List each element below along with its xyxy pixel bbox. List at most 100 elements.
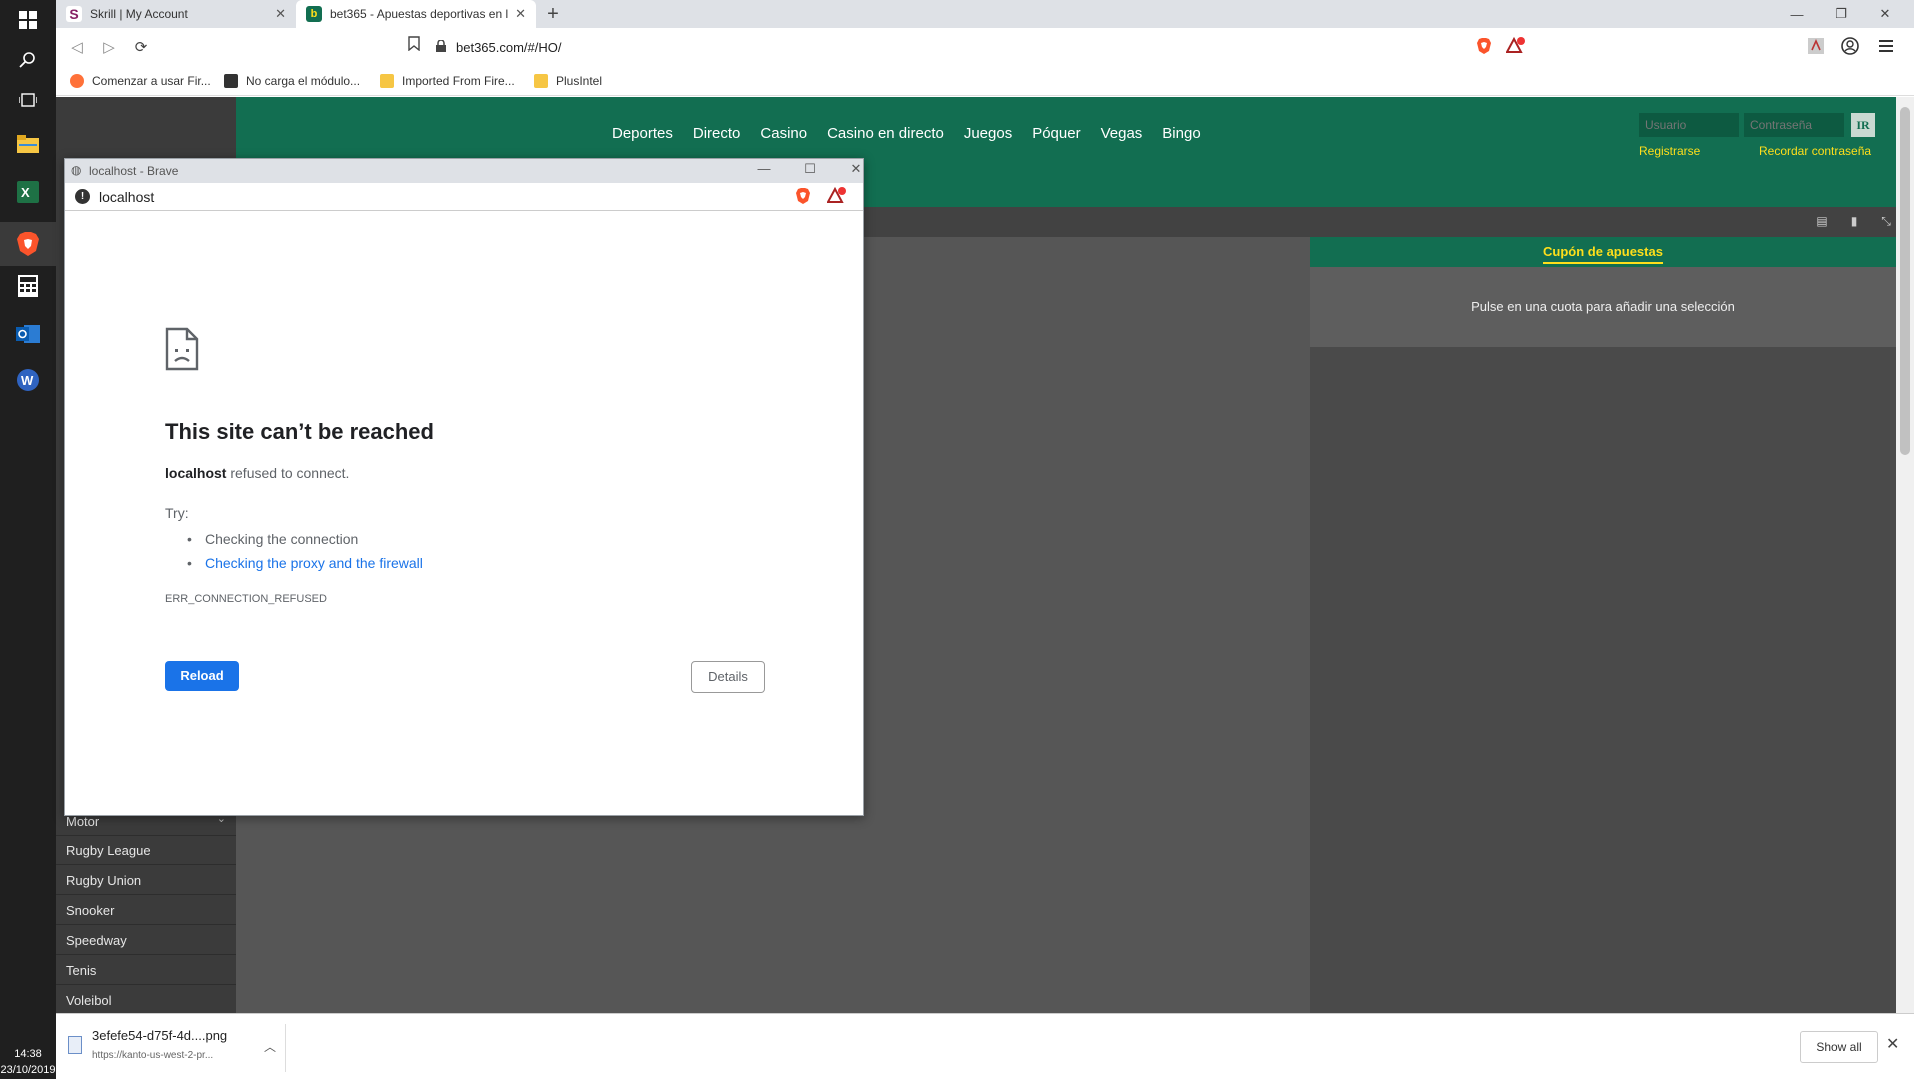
info-warning-icon[interactable]: !: [75, 189, 90, 204]
bookmark-imported[interactable]: Imported From Fire...: [380, 72, 515, 90]
calculator-icon[interactable]: [12, 270, 44, 302]
svg-text:X: X: [21, 185, 30, 200]
image-file-icon: [68, 1036, 82, 1054]
forward-button[interactable]: ▷: [98, 36, 120, 58]
word-circle-icon[interactable]: W: [12, 364, 44, 396]
maximize-button[interactable]: ☐: [795, 161, 825, 181]
close-icon[interactable]: ✕: [1886, 1034, 1899, 1054]
popup-address-bar[interactable]: ! localhost: [65, 183, 863, 211]
nav-directo[interactable]: Directo: [693, 125, 741, 142]
close-icon[interactable]: ✕: [515, 6, 526, 22]
new-tab-button[interactable]: +: [542, 3, 564, 25]
stats-icon[interactable]: ▮: [1846, 214, 1862, 230]
brave-browser-icon[interactable]: [0, 222, 56, 266]
scrollbar-thumb[interactable]: [1900, 107, 1910, 455]
login-go-button[interactable]: IR: [1851, 113, 1875, 137]
reload-icon[interactable]: ⟳: [130, 36, 152, 58]
show-all-button[interactable]: Show all: [1800, 1031, 1878, 1063]
bet365-favicon-icon: b: [306, 6, 322, 22]
address-bar[interactable]: bet365.com/#/HO/: [436, 32, 1516, 62]
brave-shields-icon[interactable]: [795, 187, 811, 208]
reload-button[interactable]: Reload: [165, 661, 239, 691]
browser-toolbar: ◁ ▷ ⟳ bet365.com/#/HO/: [56, 28, 1914, 66]
betslip-empty-message: Pulse en una cuota para añadir una selec…: [1310, 267, 1896, 347]
search-icon[interactable]: [12, 44, 44, 76]
brave-shields-icon[interactable]: [1474, 36, 1494, 56]
sidebar-item-speedway[interactable]: Speedway: [56, 926, 236, 955]
error-host: localhost: [165, 465, 227, 481]
download-shelf: 3efefe54-d75f-4d....png https://kanto-us…: [56, 1013, 1914, 1079]
bookmark-label: Imported From Fire...: [402, 74, 515, 88]
sidebar-item-snooker[interactable]: Snooker: [56, 896, 236, 925]
betslip-title[interactable]: Cupón de apuestas: [1543, 244, 1663, 264]
error-code: ERR_CONNECTION_REFUSED: [165, 593, 327, 605]
minimize-button[interactable]: —: [749, 161, 779, 181]
bookmark-icon[interactable]: [408, 36, 420, 54]
main-navigation: Deportes Directo Casino Casino en direct…: [612, 125, 1221, 142]
bookmark-label: No carga el módulo...: [246, 74, 361, 88]
task-view-icon[interactable]: [12, 84, 44, 116]
clock-time: 14:38: [14, 1048, 42, 1060]
collapse-icon[interactable]: ⤡: [1878, 214, 1894, 230]
bookmark-label: Comenzar a usar Fir...: [92, 74, 211, 88]
sidebar-item-rugby-league[interactable]: Rugby League: [56, 836, 236, 865]
password-input[interactable]: [1744, 113, 1844, 137]
brave-rewards-icon[interactable]: [1506, 36, 1526, 56]
back-button[interactable]: ◁: [66, 36, 88, 58]
tab-bet365[interactable]: b bet365 - Apuestas deportivas en l ✕: [296, 0, 536, 28]
file-explorer-icon[interactable]: [12, 128, 44, 160]
svg-text:W: W: [21, 373, 34, 388]
sad-page-icon: [165, 327, 199, 371]
nav-vegas[interactable]: Vegas: [1101, 125, 1143, 142]
site-favicon-icon: [224, 74, 238, 88]
suggestion-proxy-link[interactable]: Checking the proxy and the firewall: [165, 551, 423, 575]
calculator-small-icon[interactable]: ▤: [1814, 214, 1830, 230]
globe-icon: ◍: [71, 163, 82, 177]
sidebar-item-label: Rugby League: [66, 843, 151, 858]
nav-poquer[interactable]: Póquer: [1032, 125, 1080, 142]
nav-juegos[interactable]: Juegos: [964, 125, 1012, 142]
skrill-favicon-icon: S: [66, 6, 82, 22]
betslip-panel: Cupón de apuestas Pulse en una cuota par…: [1310, 237, 1896, 1013]
popup-titlebar[interactable]: ◍ localhost - Brave — ☐ ✕: [65, 159, 863, 183]
close-icon[interactable]: ✕: [275, 6, 286, 22]
bookmark-firefox[interactable]: Comenzar a usar Fir...: [70, 72, 211, 90]
url-text: bet365.com/#/HO/: [456, 39, 562, 55]
taskbar-clock[interactable]: 14:38 23/10/2019: [0, 1046, 56, 1078]
sidebar-item-voleibol[interactable]: Voleibol: [56, 986, 236, 1013]
details-button[interactable]: Details: [691, 661, 765, 693]
tab-skrill[interactable]: S Skrill | My Account ✕: [56, 0, 296, 28]
tab-label: Skrill | My Account: [90, 7, 188, 21]
excel-icon[interactable]: X: [12, 176, 44, 208]
outlook-icon[interactable]: [12, 318, 44, 350]
chevron-up-icon[interactable]: ︿: [264, 1038, 276, 1055]
error-description-text: refused to connect.: [226, 465, 350, 481]
sidebar-item-label: Tenis: [66, 963, 97, 978]
brave-rewards-icon[interactable]: [826, 186, 847, 208]
page-scrollbar[interactable]: [1896, 97, 1914, 1013]
suggestion-list: Checking the connection Checking the pro…: [165, 527, 423, 575]
profile-icon[interactable]: [1840, 36, 1860, 56]
nav-casino-en-directo[interactable]: Casino en directo: [827, 125, 944, 142]
register-link[interactable]: Registrarse: [1639, 144, 1700, 158]
sidebar-item-rugby-union[interactable]: Rugby Union: [56, 866, 236, 895]
windows-start-icon[interactable]: [12, 4, 44, 36]
tab-strip: S Skrill | My Account ✕ b bet365 - Apues…: [56, 0, 1914, 28]
bookmark-modulo[interactable]: No carga el módulo...: [224, 72, 360, 90]
close-window-button[interactable]: ✕: [841, 161, 871, 181]
username-input[interactable]: [1639, 113, 1739, 137]
nav-bingo[interactable]: Bingo: [1162, 125, 1200, 142]
download-source-url: https://kanto-us-west-2-pr...: [92, 1050, 214, 1061]
sidebar-item-label: Motor: [66, 814, 100, 829]
nav-deportes[interactable]: Deportes: [612, 125, 673, 142]
bookmark-plusintel[interactable]: PlusIntel: [534, 72, 602, 90]
restore-button[interactable]: ❐: [1818, 0, 1864, 28]
pdf-extension-icon[interactable]: [1806, 36, 1826, 56]
minimize-button[interactable]: —: [1774, 0, 1820, 28]
nav-casino[interactable]: Casino: [760, 125, 807, 142]
forgot-password-link[interactable]: Recordar contraseña: [1759, 144, 1871, 158]
menu-icon[interactable]: [1876, 36, 1896, 56]
close-window-button[interactable]: ✕: [1862, 0, 1908, 28]
sidebar-item-tenis[interactable]: Tenis: [56, 956, 236, 985]
download-item[interactable]: 3efefe54-d75f-4d....png https://kanto-us…: [64, 1024, 286, 1072]
